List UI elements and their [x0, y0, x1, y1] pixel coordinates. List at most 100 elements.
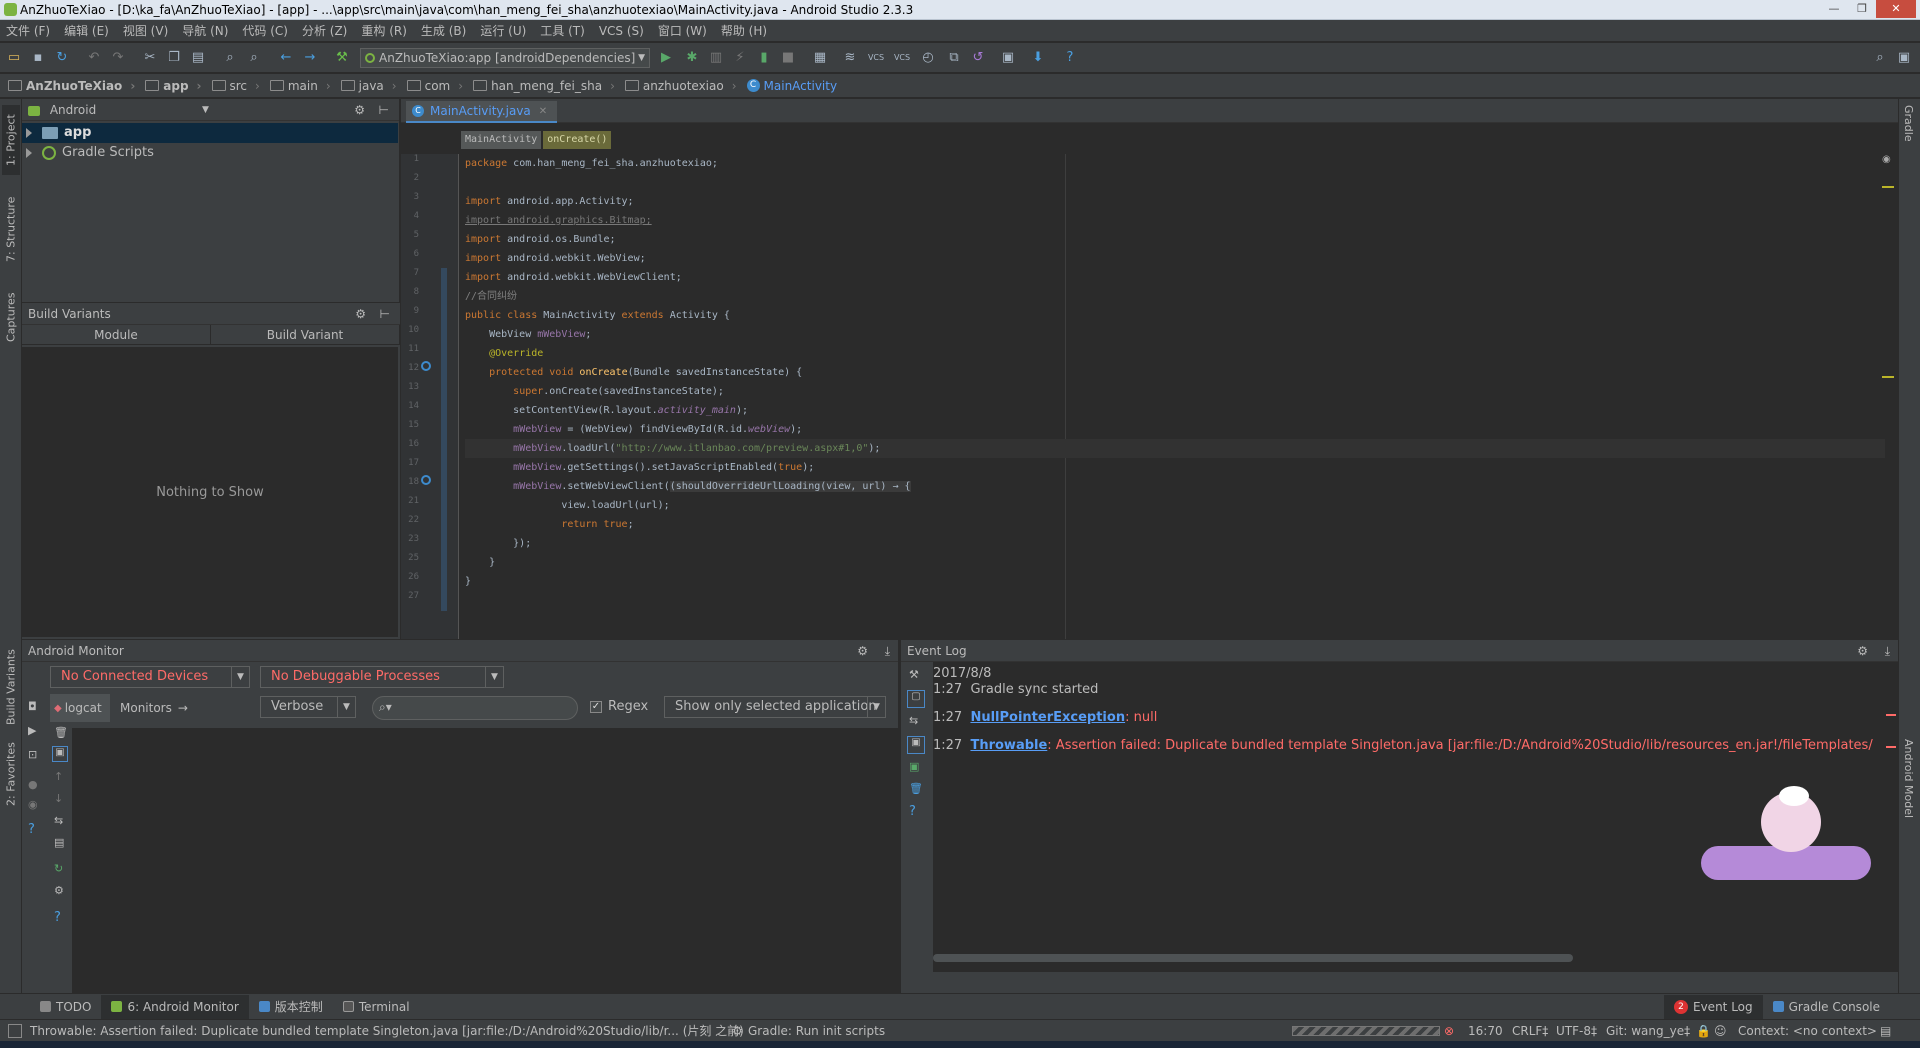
tab-logcat[interactable]: ◆ logcat — [50, 694, 110, 722]
crumb-com[interactable]: com › — [406, 79, 463, 93]
minimize-panel-icon[interactable]: ⤓ — [1885, 640, 1890, 662]
settings-tool-icon[interactable]: ⚒ — [909, 668, 919, 681]
make-project-icon[interactable]: ⚒ — [334, 49, 350, 65]
menu-navigate[interactable]: 导航 (N) — [182, 22, 228, 39]
expand-arrow-icon[interactable] — [26, 128, 32, 138]
balloon-icon[interactable]: ▢ — [907, 690, 925, 708]
minimize-panel-icon[interactable]: ⤓ — [885, 640, 890, 662]
replace-icon[interactable]: ⌕ — [246, 49, 262, 65]
scroll-end-icon[interactable]: ▣ — [52, 746, 68, 762]
gear-icon[interactable]: ⚙ — [1857, 640, 1868, 662]
caret-position[interactable]: 16:70 — [1468, 1020, 1503, 1042]
lock-icon[interactable]: 🔒 — [1696, 1020, 1711, 1042]
paste-icon[interactable]: ▤ — [190, 49, 206, 65]
tab-favorites[interactable]: 2: Favorites — [2, 739, 20, 809]
event-log-output[interactable]: 2017/8/8 1:27 Gradle sync started 1:27 N… — [933, 662, 1899, 972]
help-icon[interactable]: ? — [1062, 49, 1078, 65]
crumb-subpackage[interactable]: anzhuotexiao › — [624, 79, 737, 93]
horizontal-scrollbar[interactable] — [933, 954, 1573, 962]
minimize-icon[interactable]: — — [1820, 0, 1848, 18]
log-level-select[interactable]: Verbose ▼ — [260, 696, 356, 718]
tab-todo[interactable]: TODO — [30, 995, 101, 1019]
tab-captures[interactable]: Captures — [2, 287, 20, 347]
scroll-end-icon[interactable]: ▣ — [907, 736, 925, 754]
crumb-class[interactable]: C MainActivity — [746, 79, 837, 93]
gear-icon[interactable]: ⚙ — [355, 303, 366, 325]
menu-edit[interactable]: 编辑 (E) — [64, 22, 109, 39]
device-select[interactable]: No Connected Devices ▼ — [50, 666, 250, 688]
override-marker-icon[interactable] — [421, 475, 431, 485]
screenshot-icon[interactable]: ◘ — [28, 700, 37, 713]
clear-all-icon[interactable]: 🗑 — [909, 782, 923, 795]
attach-debugger-icon[interactable]: ▮ — [756, 49, 772, 65]
soft-wrap-icon[interactable]: ⇆ — [54, 814, 63, 827]
gear-icon[interactable]: ⚙ — [354, 99, 365, 121]
sync-icon[interactable]: ↻ — [54, 49, 70, 65]
cut-icon[interactable]: ✂ — [142, 49, 158, 65]
process-select[interactable]: No Debuggable Processes ▼ — [260, 666, 504, 688]
menu-window[interactable]: 窗口 (W) — [658, 22, 707, 39]
menu-tools[interactable]: 工具 (T) — [540, 22, 585, 39]
crumb-src[interactable]: src › — [211, 79, 260, 93]
coverage-icon[interactable]: ▥ — [708, 49, 724, 65]
close-icon[interactable]: ✕ — [1876, 0, 1916, 18]
logcat-output[interactable] — [72, 728, 902, 994]
apply-changes-icon[interactable]: ⚡ — [732, 49, 748, 65]
redo-icon[interactable]: ↷ — [110, 49, 126, 65]
crumb-project[interactable]: AnZhuoTeXiao › — [8, 79, 135, 93]
toggle-tool-windows-icon[interactable] — [8, 1024, 22, 1038]
sdk-manager-icon[interactable]: ▦ — [812, 49, 828, 65]
tab-mainactivity-java[interactable]: C MainActivity.java ✕ — [406, 101, 558, 123]
exception-link[interactable]: NullPointerException — [970, 710, 1125, 725]
crumb-package[interactable]: han_meng_fei_sha › — [473, 79, 615, 93]
vcs-compare-icon[interactable]: ⧉ — [946, 49, 962, 65]
stop-icon[interactable]: ■ — [780, 49, 796, 65]
crumb-class-mainactivity[interactable]: MainActivity — [461, 131, 542, 149]
menu-help[interactable]: 帮助 (H) — [721, 22, 767, 39]
vcs-history-icon[interactable]: ◴ — [920, 49, 936, 65]
up-icon[interactable]: ↑ — [54, 770, 63, 783]
tab-android-monitor[interactable]: 6: Android Monitor — [101, 994, 249, 1019]
forward-icon[interactable]: → — [302, 49, 318, 65]
inspector-icon[interactable]: ☺ — [1714, 1020, 1727, 1042]
column-module[interactable]: Module — [22, 325, 211, 344]
device-monitor-icon[interactable]: ≋ — [842, 49, 858, 65]
tab-gradle-console[interactable]: Gradle Console — [1763, 995, 1890, 1019]
debug-icon[interactable]: ✱ — [684, 49, 700, 65]
vcs-commit-icon[interactable]: VCS — [894, 49, 910, 65]
tab-gradle[interactable]: Gradle — [1902, 105, 1915, 142]
collapse-panel-icon[interactable]: ⊢ — [379, 99, 389, 121]
screen-record-icon[interactable]: ▶ — [28, 724, 36, 737]
help-icon[interactable]: ? — [909, 804, 916, 819]
expand-arrow-icon[interactable] — [26, 148, 32, 158]
context-indicator[interactable]: Context: <no context> — [1738, 1020, 1877, 1042]
menu-code[interactable]: 代码 (C) — [242, 22, 288, 39]
find-icon[interactable]: ⌕ — [222, 49, 238, 65]
menu-analyze[interactable]: 分析 (Z) — [302, 22, 347, 39]
crumb-main[interactable]: main › — [269, 79, 331, 93]
layout-icon[interactable]: ▣ — [1896, 49, 1912, 65]
open-folder-icon[interactable]: ▭ — [6, 49, 22, 65]
line-separator[interactable]: CRLF‡ — [1512, 1020, 1548, 1042]
tab-build-variants[interactable]: Build Variants — [2, 647, 20, 727]
menu-run[interactable]: 运行 (U) — [480, 22, 526, 39]
warning-mark[interactable] — [1882, 376, 1894, 378]
override-marker-icon[interactable] — [421, 361, 431, 371]
system-info-icon[interactable]: ⊡ — [28, 748, 37, 761]
filter-select[interactable]: Show only selected application ▼ — [664, 696, 886, 718]
gear-icon[interactable]: ⚙ — [857, 640, 868, 662]
terminate-icon[interactable]: ● — [28, 778, 38, 791]
event-log-status-icon[interactable]: ▤ — [1880, 1020, 1891, 1042]
file-encoding[interactable]: UTF-8‡ — [1556, 1020, 1597, 1042]
detach-icon[interactable]: → — [178, 701, 188, 715]
restart-icon[interactable]: ↻ — [54, 862, 63, 875]
column-build-variant[interactable]: Build Variant — [211, 325, 400, 344]
tab-event-log[interactable]: 2 Event Log — [1664, 994, 1763, 1019]
logcat-search-input[interactable]: ⌕▾ — [372, 696, 578, 720]
vcs-update-icon[interactable]: VCS — [868, 49, 884, 65]
code-area[interactable]: package com.han_meng_fei_sha.anzhuotexia… — [465, 154, 1885, 639]
crumb-method-oncreate[interactable]: onCreate() — [543, 131, 612, 149]
tree-item-app[interactable]: app — [22, 123, 398, 143]
crumb-java[interactable]: java › — [340, 79, 397, 93]
help-icon[interactable]: ? — [28, 822, 35, 837]
